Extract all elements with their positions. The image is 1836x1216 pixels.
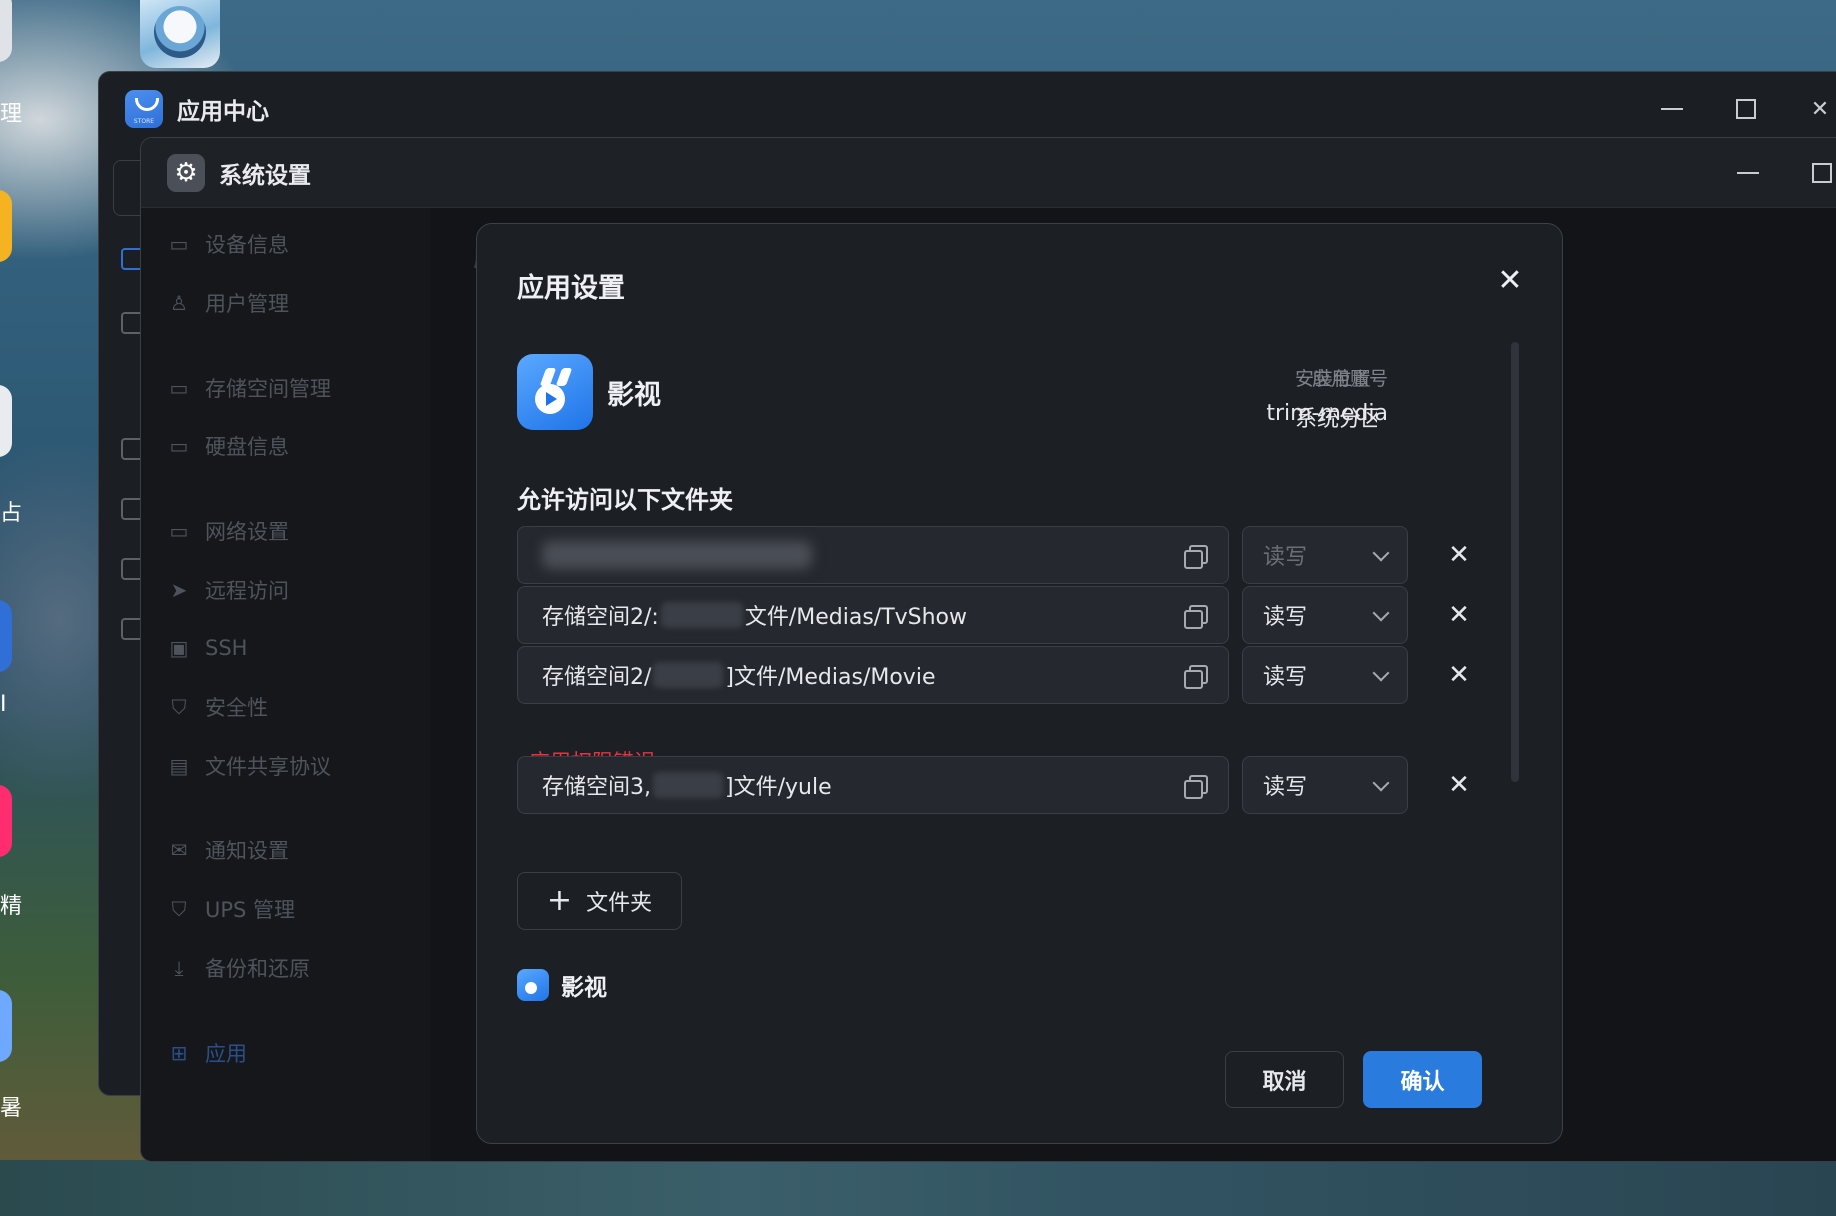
backup-icon: ⤓ [174,956,184,980]
send-icon: ➤ [170,578,188,602]
system-settings-titlebar[interactable]: ⚙ 系统设置 [141,138,1836,208]
desktop-avatar-icon[interactable] [140,0,220,68]
app-store-icon: STORE [125,90,163,128]
dock-app-icon[interactable] [0,990,12,1062]
dock-app-icon[interactable] [0,0,12,62]
settings-sidebar: ▭ 设备信息 ♙ 用户管理 ▭ 存储空间管理 ▭ 硬盘信息 ▭ 网络设置 ➤ 远程访问 ▣ S… [141,208,431,1161]
dock-app-icon[interactable] [0,190,12,262]
app-location-label: 安装位置 [1295,368,1372,390]
remove-folder-icon[interactable]: ✕ [1437,586,1481,644]
dialog-title: 应用设置 [517,273,625,304]
copy-icon[interactable] [1184,605,1208,629]
redacted-path [542,541,812,569]
permission-select[interactable]: 读写 [1242,586,1408,644]
storage-icon: ▭ [169,376,189,400]
remove-folder-icon[interactable]: ✕ [1437,646,1481,704]
folder-path-field[interactable]: 存储空间2/]文件/Medias/Movie [517,646,1229,704]
minimize-button[interactable] [1711,138,1785,208]
video-app-icon [517,354,593,430]
redacted-path [653,772,723,798]
dock-app-icon[interactable] [0,785,12,857]
video-app-icon [517,969,549,1001]
dock-label: 理 [0,102,23,127]
folder-row: 读写 ✕ [517,526,1470,584]
sidebar-item-remote-access[interactable]: ➤ 远程访问 [167,570,289,610]
app-header: 影视 [517,354,661,430]
app-location-value: 系统分区 [1295,407,1377,432]
device-icon: ▭ [169,232,189,256]
close-button[interactable]: ✕ [1783,72,1836,146]
chevron-down-icon [1372,774,1390,792]
sidebar-item-backup[interactable]: ⤓ 备份和还原 [167,948,310,988]
shield-icon: ⛉ [171,897,187,921]
sidebar-item-file-sharing[interactable]: ▤ 文件共享协议 [167,746,331,786]
redacted-path [660,602,743,628]
chevron-down-icon [1372,664,1390,682]
permission-select[interactable]: 读写 [1242,526,1408,584]
terminal-icon: ▣ [169,636,189,660]
close-icon[interactable]: ✕ [1494,263,1526,298]
redacted-path [653,662,724,688]
sidebar-item-ups[interactable]: ⛉ UPS 管理 [167,889,296,929]
app-center-titlebar[interactable]: STORE 应用中心 [99,72,1836,146]
folder-row: 存储空间3,]文件/yule 读写 ✕ [517,756,1470,814]
sidebar-item-network[interactable]: ▭ 网络设置 [167,511,289,551]
permission-select[interactable]: 读写 [1242,756,1408,814]
plus-icon: + [546,883,573,918]
remove-folder-icon[interactable]: ✕ [1437,526,1481,584]
folder-path-field[interactable]: 存储空间2/: 文件/Medias/TvShow [517,586,1229,644]
dock-label: 暑 [0,1096,23,1121]
dock-app-icon[interactable] [0,385,12,457]
mail-icon: ✉ [170,838,188,862]
sidebar-item-device-info[interactable]: ▭ 设备信息 [167,224,289,264]
dock-label: 精 [0,894,23,919]
dock-label: I [0,692,7,717]
copy-icon[interactable] [1184,665,1208,689]
maximize-button[interactable] [1785,138,1836,208]
chevron-down-icon [1372,604,1390,622]
sidebar-item-storage[interactable]: ▭ 存储空间管理 [167,368,331,408]
dock-label: 占 [0,501,23,526]
shield-check-icon: ⛉ [171,695,187,719]
sidebar-item-security[interactable]: ⛉ 安全性 [167,687,269,727]
maximize-button[interactable] [1709,72,1783,146]
sidebar-item-disk-info[interactable]: ▭ 硬盘信息 [167,426,289,466]
add-folder-button[interactable]: + 文件夹 [517,872,682,930]
app-name: 影视 [607,379,661,411]
copy-icon[interactable] [1184,545,1208,569]
app-location-info: 安装位置 系统分区 [1295,364,1377,433]
apps-icon: ⊞ [170,1041,188,1065]
folder-row: 存储空间2/: 文件/Medias/TvShow 读写 ✕ [517,586,1470,644]
remove-folder-icon[interactable]: ✕ [1437,756,1481,814]
user-icon: ♙ [170,291,188,315]
sidebar-item-notifications[interactable]: ✉ 通知设置 [167,830,289,870]
network-icon: ▭ [169,519,189,543]
folder-path-field[interactable] [517,526,1229,584]
system-settings-title: 系统设置 [219,162,311,189]
copy-icon[interactable] [1184,775,1208,799]
app-settings-dialog: 应用设置 ✕ 影视 应用账号 trim-media 安装位置 系统分区 允许访问… [476,223,1563,1144]
dialog-scrollbar[interactable] [1511,342,1519,782]
chevron-down-icon [1372,544,1390,562]
sidebar-item-apps[interactable]: ⊞ 应用 [167,1033,247,1073]
permission-select[interactable]: 读写 [1242,646,1408,704]
section-title: 允许访问以下文件夹 [517,486,733,514]
minimize-button[interactable] [1635,72,1709,146]
confirm-button[interactable]: 确认 [1363,1051,1482,1108]
cancel-button[interactable]: 取消 [1225,1051,1344,1108]
folder-row: 存储空间2/]文件/Medias/Movie 读写 ✕ [517,646,1470,704]
folder-path-field[interactable]: 存储空间3,]文件/yule [517,756,1229,814]
dock-app-icon[interactable] [0,600,12,672]
footer-app-entry: 影视 [517,968,607,1002]
document-icon: ▤ [169,754,189,778]
footer-app-name: 影视 [561,975,607,1001]
sidebar-item-users[interactable]: ♙ 用户管理 [167,283,289,323]
wallpaper-lake [0,1160,1836,1216]
app-center-title: 应用中心 [177,99,269,125]
gear-icon: ⚙ [167,153,205,192]
sidebar-item-ssh[interactable]: ▣ SSH [167,628,248,668]
disk-icon: ▭ [169,434,189,458]
